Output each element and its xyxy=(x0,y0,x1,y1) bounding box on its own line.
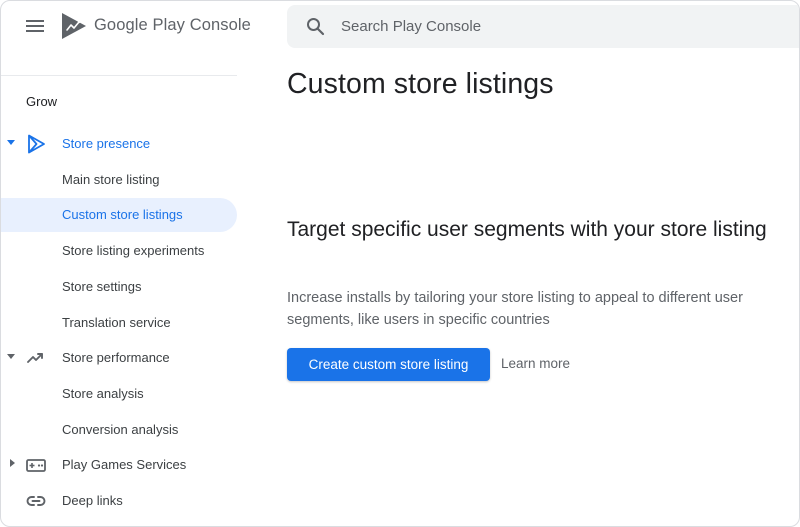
nav-label: Store analysis xyxy=(62,386,144,401)
nav-label: Deep links xyxy=(62,493,123,508)
page-title: Custom store listings xyxy=(287,68,554,100)
nav-item-store-analysis[interactable]: Store analysis xyxy=(1,377,237,411)
link-icon xyxy=(26,496,46,506)
nav-group-store-presence[interactable]: Store presence xyxy=(1,127,237,161)
brand-name: Google Play Console xyxy=(94,16,251,35)
section-heading-grow: Grow xyxy=(26,94,58,109)
app-header: Google Play Console xyxy=(1,1,251,51)
nav-item-deep-links[interactable]: Deep links xyxy=(1,484,237,518)
menu-icon[interactable] xyxy=(26,18,46,34)
caret-down-icon xyxy=(7,354,15,359)
brand-google: Google Play xyxy=(94,16,185,34)
nav-label: Main store listing xyxy=(62,172,160,187)
nav-label: Translation service xyxy=(62,315,171,330)
play-console-logo xyxy=(62,13,86,39)
sidebar-divider xyxy=(1,75,237,76)
trending-up-icon xyxy=(27,353,43,363)
gamepad-icon xyxy=(26,459,46,472)
play-outline-icon xyxy=(28,134,45,154)
nav-item-store-listing-experiments[interactable]: Store listing experiments xyxy=(1,234,237,268)
brand-console: Console xyxy=(189,16,251,34)
nav-item-main-store-listing[interactable]: Main store listing xyxy=(1,163,237,197)
sidebar: Google Play Console Grow Store presence … xyxy=(1,1,251,526)
nav-item-store-settings[interactable]: Store settings xyxy=(1,270,237,304)
nav-item-translation-service[interactable]: Translation service xyxy=(1,306,237,340)
nav-group-store-performance[interactable]: Store performance xyxy=(1,341,237,375)
nav-item-custom-store-listings[interactable]: Custom store listings xyxy=(1,198,237,232)
nav-label: Store settings xyxy=(62,279,142,294)
empty-state-description: Increase installs by tailoring your stor… xyxy=(287,290,743,328)
nav-label: Conversion analysis xyxy=(62,422,179,437)
search-input[interactable] xyxy=(341,5,761,48)
nav-label: Custom store listings xyxy=(62,207,183,222)
caret-right-icon xyxy=(10,459,15,467)
nav-label: Store listing experiments xyxy=(62,243,205,258)
nav-label: Store performance xyxy=(62,350,170,365)
create-custom-store-listing-button[interactable]: Create custom store listing xyxy=(287,348,490,381)
search-bar[interactable] xyxy=(287,5,799,48)
nav-label: Play Games Services xyxy=(62,457,187,472)
caret-down-icon xyxy=(7,140,15,145)
app-window: Google Play Console Grow Store presence … xyxy=(0,0,800,527)
nav-label: Store presence xyxy=(62,136,151,151)
nav-item-conversion-analysis[interactable]: Conversion analysis xyxy=(1,413,237,447)
empty-state-title: Target specific user segments with your … xyxy=(287,218,767,241)
search-icon xyxy=(307,18,325,36)
nav-group-play-games-services[interactable]: Play Games Services xyxy=(1,448,237,482)
learn-more-link[interactable]: Learn more xyxy=(501,356,570,371)
